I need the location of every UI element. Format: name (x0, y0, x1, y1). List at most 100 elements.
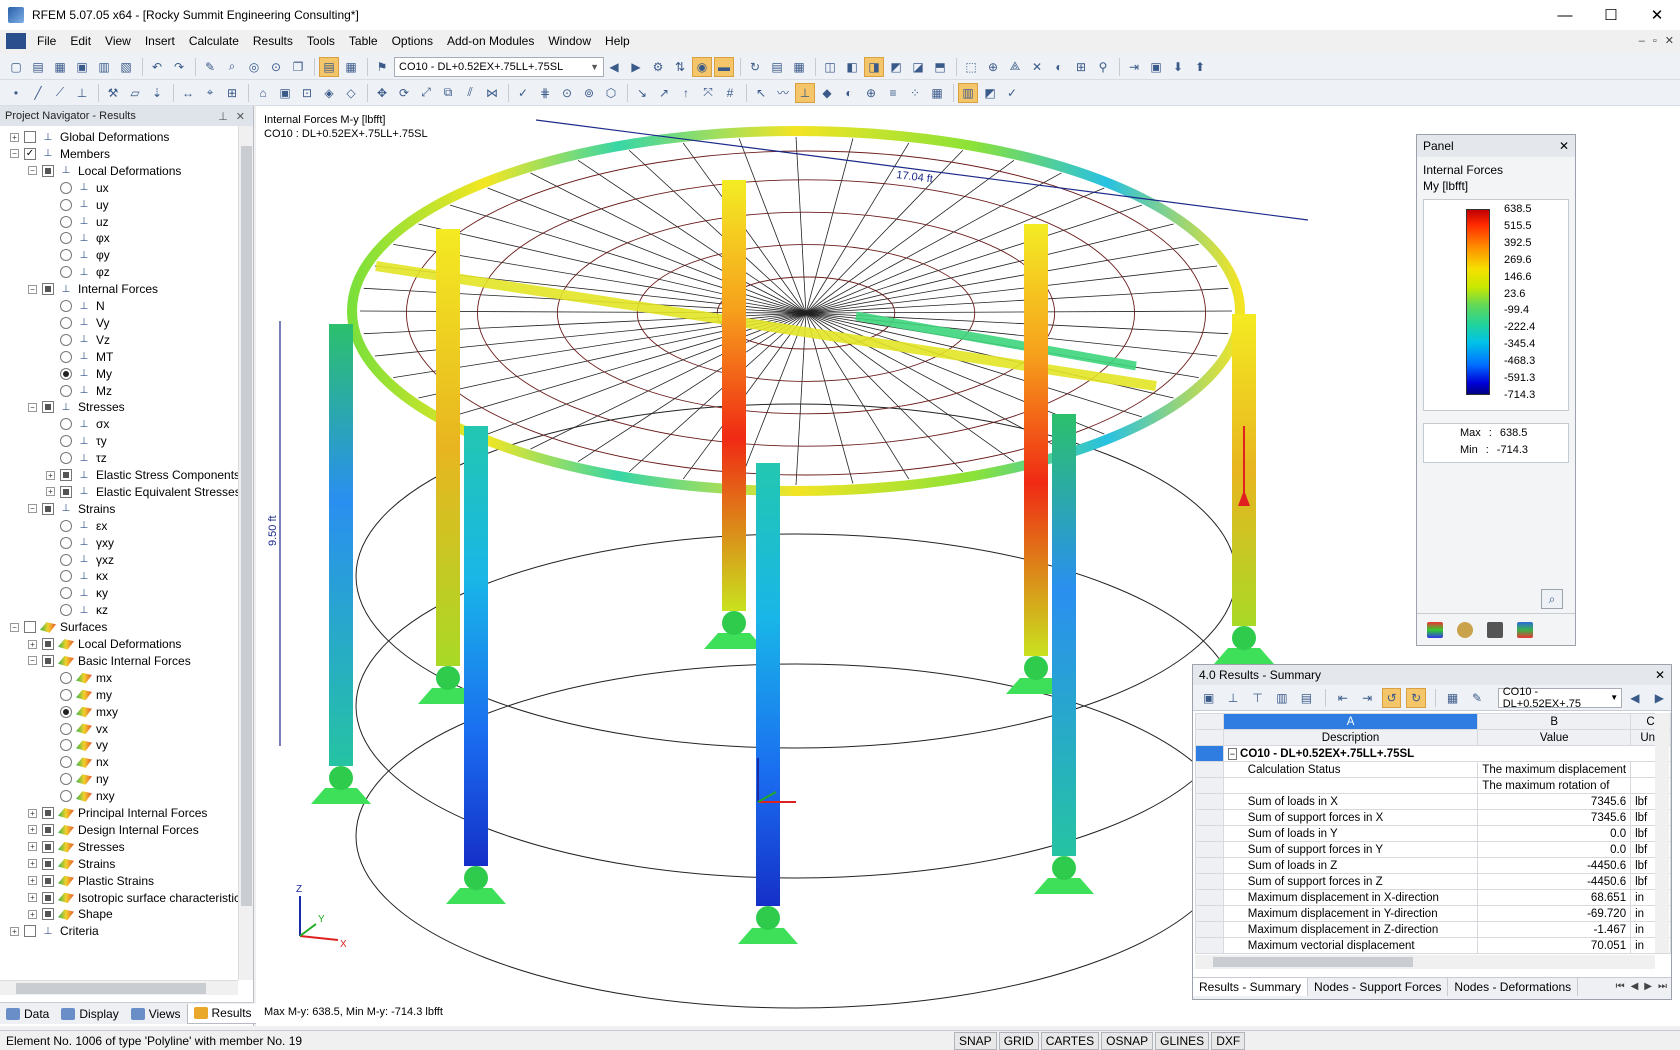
connect-icon[interactable]: ⋈ (482, 83, 502, 103)
palette-tab-icon[interactable] (1517, 621, 1533, 638)
material-icon[interactable]: ◈ (319, 83, 339, 103)
tree-item[interactable]: mx (46, 669, 112, 687)
result-radio-button[interactable] (60, 722, 72, 735)
tree-item[interactable]: − ✓ ⊥ Members (10, 145, 110, 163)
menu-window[interactable]: Window (541, 30, 598, 52)
tree-item[interactable]: + ⊥ Criteria (10, 922, 99, 940)
tree-checkbox[interactable] (42, 401, 54, 414)
tree-checkbox[interactable] (60, 469, 72, 481)
load-case-icon[interactable]: ⚑ (372, 57, 392, 77)
result-radio-button[interactable] (60, 266, 72, 279)
tree-item[interactable]: ⊥ Mz (46, 382, 112, 400)
open-model-icon[interactable]: ▦ (50, 57, 70, 77)
surface-load-icon[interactable]: ▱ (125, 83, 145, 103)
nodes-results-icon[interactable]: ⁘ (905, 83, 925, 103)
mdi-minimize-button[interactable]: – (1639, 30, 1645, 52)
results-chart-icon[interactable]: ▥ (1272, 688, 1291, 708)
tree-checkbox[interactable] (42, 857, 54, 870)
result-radio-button[interactable] (60, 688, 72, 701)
tree-item[interactable]: + Shape (28, 905, 113, 923)
navigator-close-icon[interactable]: ✕ (236, 110, 245, 123)
lens-icon[interactable]: ⊙ (266, 57, 286, 77)
tree-item[interactable]: − ⊥ Local Deformations (28, 162, 181, 180)
tab-nodes-support-forces[interactable]: Nodes - Support Forces (1308, 978, 1449, 996)
tab-results-summary[interactable]: Results - Summary (1193, 978, 1309, 996)
color-panel-icon[interactable]: ▥ (958, 82, 978, 103)
edit-pen-icon[interactable]: ✎ (200, 57, 220, 77)
move-icon[interactable]: ✥ (372, 83, 392, 103)
view-perspective-icon[interactable]: ⬒ (930, 57, 950, 77)
tree-item[interactable]: ⊥ Vz (46, 331, 110, 349)
result-radio-button[interactable] (60, 773, 72, 786)
tree-item[interactable]: + ⊥ Elastic Stress Components (46, 466, 238, 484)
support-results-icon[interactable]: ⊕ (861, 83, 881, 103)
table-row[interactable]: Calculation Status The maximum displaceme… (1195, 761, 1671, 778)
table-results-icon[interactable]: ▦ (927, 83, 947, 103)
tree-checkbox[interactable] (42, 654, 54, 667)
tree-checkbox[interactable] (42, 908, 54, 921)
mdi-close-button[interactable]: ✕ (1665, 30, 1674, 52)
divide-icon[interactable]: ⫽ (460, 83, 480, 103)
info-icon[interactable]: ⬆ (1190, 57, 1210, 77)
tree-item[interactable]: − ⊥ Strains (28, 500, 115, 518)
print-icon[interactable]: ▥ (94, 57, 114, 77)
collapse-group-icon[interactable]: − (1227, 747, 1238, 760)
column-a-header[interactable]: A (1222, 713, 1479, 730)
result-radio-button[interactable] (60, 384, 72, 397)
result-radio-button[interactable] (60, 435, 72, 448)
previous-load-icon[interactable]: ◀ (604, 57, 624, 77)
navigator-vertical-scrollbar[interactable] (238, 126, 253, 980)
result-radio-button[interactable] (60, 790, 72, 803)
results-icon[interactable]: ⚙ (648, 57, 668, 77)
member-load-icon[interactable]: ⇣ (147, 83, 167, 103)
table-row[interactable]: Maximum displacement in Z-direction -1.46… (1195, 921, 1671, 938)
result-radio-button[interactable] (60, 333, 72, 346)
result-radio-button[interactable] (60, 587, 72, 600)
axis-x-icon[interactable]: ↘ (632, 83, 652, 103)
collapse-icon[interactable]: − (28, 504, 37, 514)
member-icon[interactable]: ⟋ (50, 83, 70, 103)
first-tab-icon[interactable]: ⏮ (1616, 981, 1625, 992)
member-results-icon[interactable]: ⊥ (795, 82, 815, 103)
legend-icon[interactable]: ✓ (1002, 83, 1022, 103)
tree-item[interactable]: + Strains (28, 855, 115, 873)
tree-item[interactable]: mxy (46, 703, 118, 721)
tree-item[interactable]: + Stresses (28, 838, 125, 856)
mirror-icon[interactable]: ⟁ (1005, 57, 1025, 77)
grid-table-icon[interactable]: ▦ (789, 57, 809, 77)
dxf-toggle[interactable]: DXF (1211, 1032, 1246, 1050)
table-view-icon[interactable]: ▤ (319, 56, 339, 77)
menu-view[interactable]: View (98, 30, 138, 52)
pointer-icon[interactable]: ↖ (751, 83, 771, 103)
view-xy-icon[interactable]: ◩ (886, 57, 906, 77)
expand-icon[interactable]: + (28, 893, 37, 902)
tree-checkbox[interactable] (24, 131, 36, 143)
table-row[interactable]: Maximum displacement in Y-direction -69.7… (1195, 905, 1671, 922)
target-icon[interactable]: ◎ (244, 57, 264, 77)
close-button[interactable]: ✕ (1634, 0, 1680, 30)
tree-item[interactable]: + ⊥ Elastic Equivalent Stresses (46, 483, 238, 501)
expand-icon[interactable]: + (28, 859, 37, 869)
results-member-icon[interactable]: ⊤ (1248, 688, 1267, 708)
result-radio-button[interactable] (60, 181, 72, 194)
result-radio-button[interactable] (60, 350, 72, 363)
tree-item[interactable]: ⊥ φz (46, 263, 110, 281)
result-radio-button[interactable] (60, 739, 72, 752)
tree-item[interactable]: ⊥ uy (46, 196, 109, 214)
print-graphics-icon[interactable]: ▧ (116, 57, 136, 77)
expand-icon[interactable]: + (46, 487, 55, 497)
menu-results[interactable]: Results (246, 30, 300, 52)
cross-section-icon[interactable]: ⊡ (297, 83, 317, 103)
load-wizard-icon[interactable]: ⚒ (103, 83, 123, 103)
result-radio-button[interactable] (60, 671, 72, 684)
tree-item[interactable]: ⊥ N (46, 297, 105, 315)
group-row[interactable]: − CO10 - DL+0.52EX+.75LL+.75SL (1195, 745, 1672, 762)
tree-item[interactable]: ⊥ MT (46, 348, 113, 366)
menu-options[interactable]: Options (385, 30, 440, 52)
expand-icon[interactable]: + (10, 132, 19, 142)
structure-icon[interactable]: ⌂ (253, 83, 273, 103)
lines-results-icon[interactable]: ≡ (883, 83, 903, 103)
color-legend[interactable]: 638.5 515.5 392.5 269.6 146.6 23.6 -99.4 -222.4… (1423, 199, 1569, 411)
tree-checkbox[interactable] (42, 823, 54, 836)
tree-checkbox[interactable] (42, 283, 54, 296)
